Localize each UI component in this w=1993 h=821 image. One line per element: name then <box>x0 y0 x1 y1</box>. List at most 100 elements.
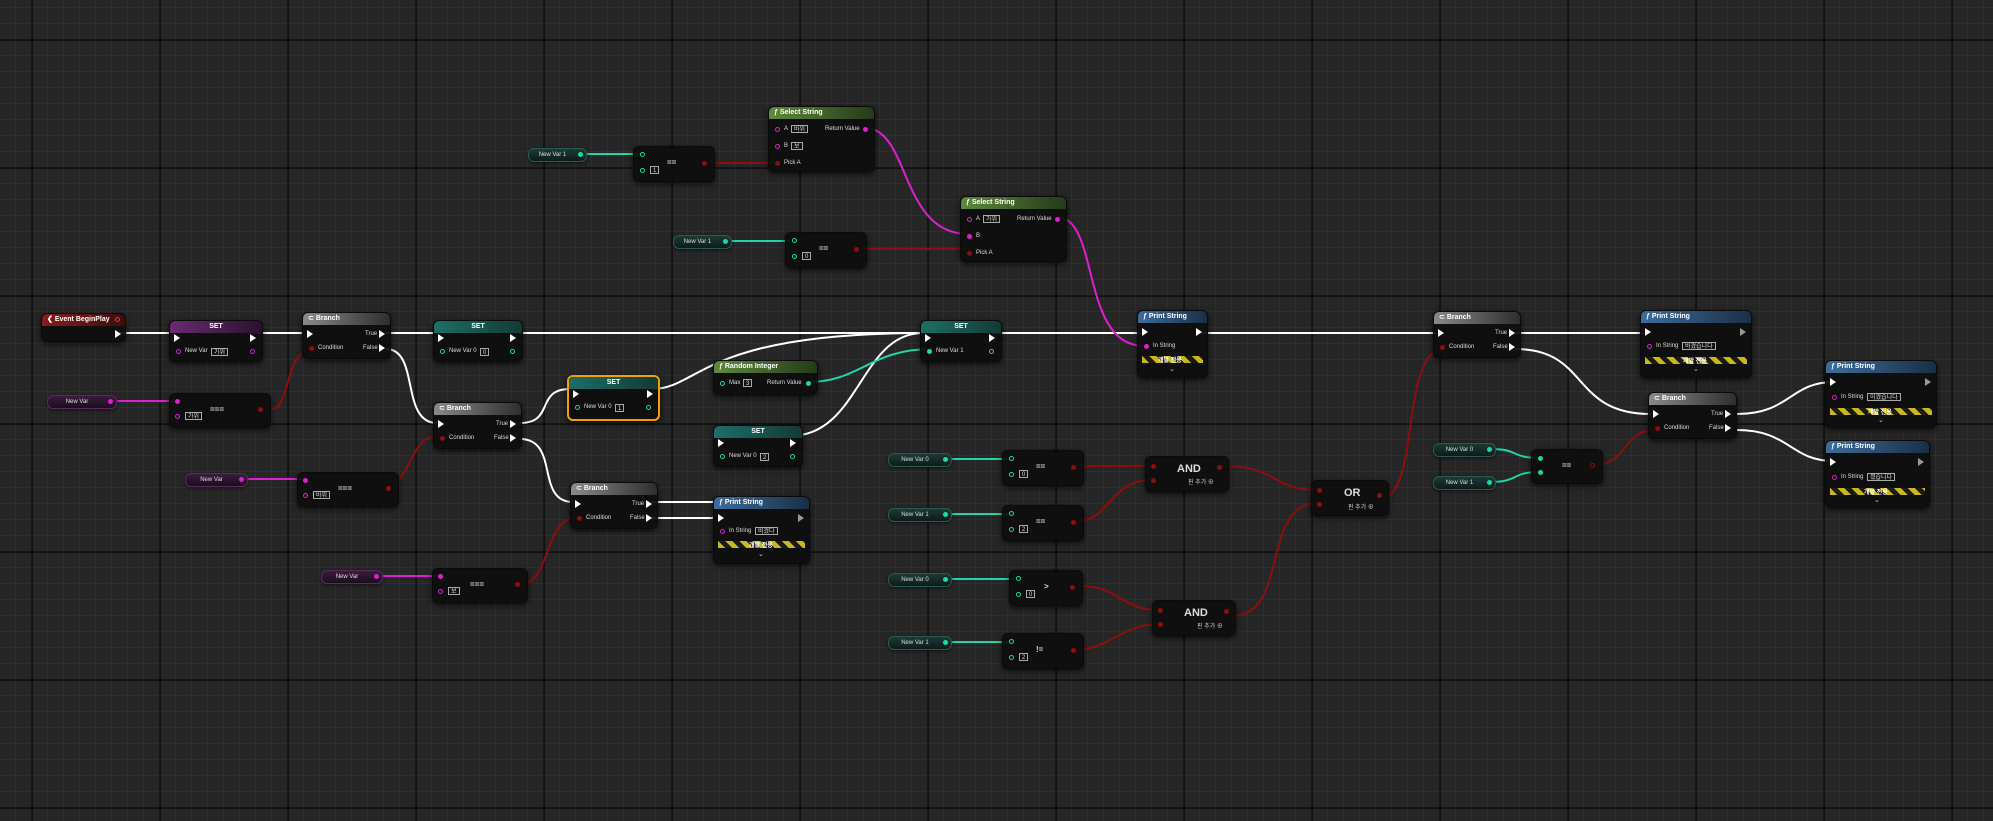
string-a-pin[interactable] <box>775 127 780 132</box>
variable-get-newvar1[interactable]: New Var 1 <box>1433 476 1496 490</box>
int-out-pin[interactable] <box>723 239 728 244</box>
string-value-box[interactable]: 바위 <box>313 491 331 499</box>
int-a-pin[interactable] <box>1016 576 1021 581</box>
exec-in-pin[interactable] <box>718 514 724 522</box>
exec-in-pin[interactable] <box>575 500 581 508</box>
string-a-pin[interactable] <box>438 574 443 579</box>
condition-pin[interactable] <box>1440 345 1445 350</box>
exec-in-pin[interactable] <box>925 334 931 342</box>
string-equal-node-2[interactable]: 바위 === <box>297 472 399 507</box>
int-in-pin[interactable] <box>720 454 725 459</box>
exec-out-pin[interactable] <box>1918 458 1924 466</box>
bool-out-pin[interactable] <box>702 161 707 166</box>
exec-in-pin[interactable] <box>174 334 180 342</box>
select-string-node-1[interactable]: ƒ Select String A 바위 Return Value B 보 Pi… <box>768 106 875 172</box>
int-value-box[interactable]: 2 <box>1019 653 1029 661</box>
max-value-box[interactable]: 3 <box>743 379 753 387</box>
int-value-box[interactable]: 0 <box>1026 590 1036 598</box>
int-b-pin[interactable] <box>1538 470 1543 475</box>
int-a-pin[interactable] <box>640 152 645 157</box>
set-newvar0-2-node[interactable]: SET New Var 0 2 <box>713 425 803 467</box>
exec-false-pin[interactable] <box>510 434 516 442</box>
print-string-node-draw[interactable]: ƒ Print String In String 비겼다 개발 전용 ⌄ <box>713 496 810 564</box>
and-node-1[interactable]: AND 핀 추가 ⊕ <box>1145 456 1229 492</box>
chevron-down-icon[interactable]: ⌄ <box>758 550 764 558</box>
exec-in-pin[interactable] <box>718 439 724 447</box>
int-b-pin[interactable] <box>1009 527 1014 532</box>
int-a-pin[interactable] <box>1538 456 1543 461</box>
int-out-pin[interactable] <box>943 640 948 645</box>
int-value-box[interactable]: 0 <box>1019 470 1029 478</box>
exec-true-pin[interactable] <box>1725 410 1731 418</box>
string-b-pin[interactable] <box>438 589 443 594</box>
int-value-box[interactable]: 1 <box>650 166 660 174</box>
add-pin-button[interactable]: 핀 추가 ⊕ <box>1188 477 1214 486</box>
int-equal-node-final[interactable]: == <box>1531 449 1603 484</box>
exec-false-pin[interactable] <box>379 344 385 352</box>
int-value-box[interactable]: 2 <box>760 453 770 461</box>
int-out-pin[interactable] <box>646 405 651 410</box>
string-in-pin[interactable] <box>720 529 725 534</box>
a-value-box[interactable]: 가위 <box>983 215 1001 223</box>
int-equal-node-0[interactable]: 0 == <box>785 232 867 268</box>
int-out-pin[interactable] <box>943 577 948 582</box>
string-out-pin[interactable] <box>374 574 379 579</box>
bool-out-pin[interactable] <box>386 486 391 491</box>
bool-out-pin[interactable] <box>258 407 263 412</box>
exec-out-pin[interactable] <box>1740 328 1746 336</box>
string-out-pin[interactable] <box>108 399 113 404</box>
branch-node-5[interactable]: ⊂ Branch True Condition False <box>1648 392 1737 439</box>
set-newvar1-node[interactable]: SET New Var 1 <box>920 320 1002 362</box>
string-in-pin[interactable] <box>1832 395 1837 400</box>
int-out-pin[interactable] <box>943 457 948 462</box>
string-b-pin[interactable] <box>967 234 972 239</box>
string-value-box[interactable]: 가위 <box>211 348 229 356</box>
condition-pin[interactable] <box>577 516 582 521</box>
int-in-pin[interactable] <box>720 381 725 386</box>
chevron-down-icon[interactable]: ⌄ <box>1169 365 1175 373</box>
exec-in-pin[interactable] <box>307 330 313 338</box>
string-in-pin[interactable] <box>1832 475 1837 480</box>
string-value-box[interactable]: 가위 <box>185 412 203 420</box>
add-pin-button[interactable]: 핀 추가 ⊕ <box>1197 621 1223 630</box>
exec-true-pin[interactable] <box>379 330 385 338</box>
random-integer-node[interactable]: ƒ Random Integer Max 3 Return Value <box>713 360 818 395</box>
string-b-pin[interactable] <box>175 414 180 419</box>
variable-get-newvar1[interactable]: New Var 1 <box>673 235 732 249</box>
int-out-pin[interactable] <box>989 349 994 354</box>
string-value-box[interactable]: 보 <box>448 587 460 595</box>
branch-node-2[interactable]: ⊂ Branch True Condition False <box>433 402 522 449</box>
int-b-pin[interactable] <box>1009 655 1014 660</box>
int-out-pin[interactable] <box>1487 480 1492 485</box>
blueprint-graph-canvas[interactable]: ❮ Event BeginPlay SET New Var 가위 ⊂ Branc… <box>0 0 1993 821</box>
bool-b-pin[interactable] <box>1158 622 1163 627</box>
bool-out-pin[interactable] <box>1071 465 1076 470</box>
select-string-node-2[interactable]: ƒ Select String A 가위 Return Value B Pick… <box>960 196 1067 262</box>
bool-out-pin[interactable] <box>854 247 859 252</box>
int-in-pin[interactable] <box>927 349 932 354</box>
variable-get-newvar1[interactable]: New Var 1 <box>888 508 952 522</box>
variable-get-newvar0[interactable]: New Var 0 <box>888 573 952 587</box>
exec-out-pin[interactable] <box>115 330 121 338</box>
or-node[interactable]: OR 핀 추가 ⊕ <box>1311 480 1389 516</box>
string-in-pin[interactable] <box>1647 344 1652 349</box>
print-string-node-win[interactable]: ƒ Print String In String 졌습니다 개발 전용 ⌄ <box>1825 440 1930 508</box>
string-a-pin[interactable] <box>967 217 972 222</box>
bool-a-pin[interactable] <box>1151 464 1156 469</box>
pick-a-pin[interactable] <box>967 251 972 256</box>
string-value-box[interactable]: 비겼습니다 <box>1682 342 1716 350</box>
exec-out-pin[interactable] <box>510 334 516 342</box>
condition-pin[interactable] <box>309 346 314 351</box>
exec-out-pin[interactable] <box>989 334 995 342</box>
int-a-pin[interactable] <box>1009 639 1014 644</box>
string-out-pin[interactable] <box>250 349 255 354</box>
string-out-pin[interactable] <box>1055 217 1060 222</box>
string-in-pin[interactable] <box>1144 344 1149 349</box>
int-equal-node-1[interactable]: 1 == <box>633 146 715 182</box>
bool-b-pin[interactable] <box>1317 502 1322 507</box>
bool-out-pin[interactable] <box>1377 493 1382 498</box>
variable-get-newvar0[interactable]: New Var 0 <box>1433 443 1496 457</box>
b-value-box[interactable]: 보 <box>791 142 803 150</box>
string-value-box[interactable]: 이겼습니다 <box>1867 393 1901 401</box>
int-a-pin[interactable] <box>1009 456 1014 461</box>
